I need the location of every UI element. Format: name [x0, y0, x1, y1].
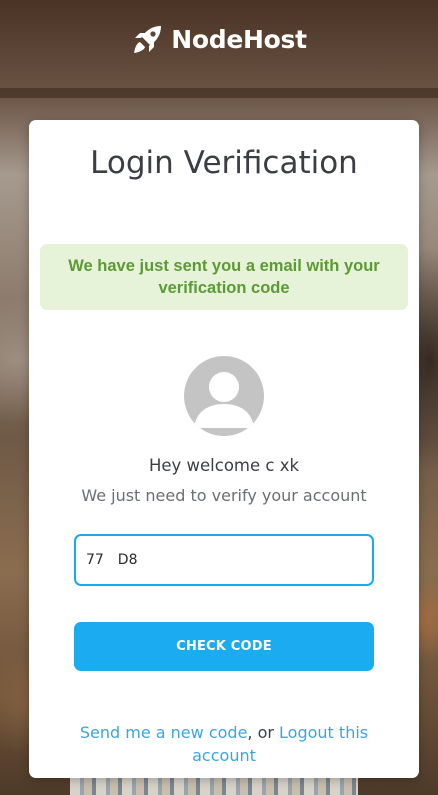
footer-links: Send me a new code, or Logout this accou…	[59, 721, 389, 767]
page-title: Login Verification	[90, 145, 358, 181]
verification-card: Login Verification We have just sent you…	[29, 120, 419, 778]
user-avatar-icon	[184, 356, 264, 436]
alert-message: We have just sent you a email with your …	[68, 257, 380, 297]
success-alert: We have just sent you a email with your …	[40, 244, 408, 310]
brand-logo[interactable]: NodeHost	[0, 22, 438, 56]
rocket-icon	[134, 26, 162, 53]
brand-name: NodeHost	[171, 24, 307, 54]
verify-subtext: We just need to verify your account	[81, 486, 367, 505]
background-books	[70, 777, 358, 795]
check-code-button[interactable]: CHECK CODE	[74, 622, 374, 671]
send-new-code-link[interactable]: Send me a new code	[80, 723, 248, 742]
footer-separator: , or	[247, 723, 274, 742]
verification-code-input[interactable]	[74, 534, 374, 586]
background-shelf	[0, 88, 438, 98]
welcome-greeting: Hey welcome c xk	[148, 456, 300, 475]
